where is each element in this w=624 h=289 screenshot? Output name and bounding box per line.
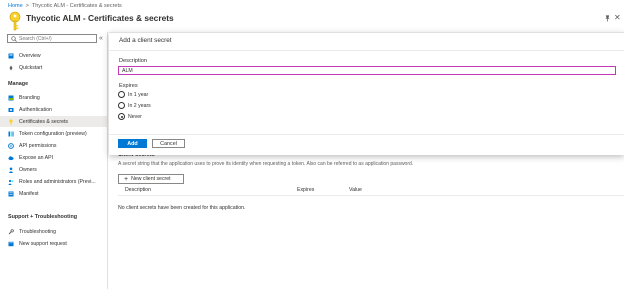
sidebar-item-label: Authentication <box>19 106 52 113</box>
page-title: Thycotic ALM - Certificates & secrets <box>26 13 174 23</box>
sidebar-item-label: API permissions <box>19 142 57 149</box>
radio-in-2-years[interactable]: In 2 years <box>118 102 151 109</box>
sidebar: « Overview Quickstart Manage Branding Au… <box>0 32 108 289</box>
description-input[interactable] <box>118 66 616 75</box>
key-icon <box>9 118 13 125</box>
sidebar-item-overview[interactable]: Overview <box>0 50 107 61</box>
expires-label: Expires <box>119 83 138 89</box>
radio-label: In 1 year <box>128 91 149 98</box>
collapse-sidebar-icon[interactable]: « <box>99 35 103 42</box>
radio-button[interactable] <box>118 102 125 109</box>
breadcrumb-home-link[interactable]: Home <box>8 3 23 9</box>
sidebar-item-label: Troubleshooting <box>19 228 57 235</box>
cancel-button[interactable]: Cancel <box>152 139 185 148</box>
sidebar-item-label: Overview <box>19 52 41 59</box>
title-bar: Thycotic ALM - Certificates & secrets ✕ <box>0 10 624 32</box>
breadcrumb: Home > Thycotic ALM - Certificates & sec… <box>8 2 122 10</box>
panel-divider <box>109 50 624 51</box>
sidebar-item-certificates-secrets[interactable]: Certificates & secrets <box>0 116 107 127</box>
add-button[interactable]: Add <box>118 139 147 148</box>
radio-label: Never <box>128 113 142 120</box>
search-icon <box>11 35 17 42</box>
description-label: Description <box>119 58 147 64</box>
radio-in-1-year[interactable]: In 1 year <box>118 91 148 98</box>
plus-icon: + <box>124 175 129 183</box>
sidebar-item-label: New support request <box>19 240 67 247</box>
wrench-icon <box>8 228 14 234</box>
roles-icon <box>8 179 14 185</box>
radio-never[interactable]: Never <box>118 113 142 120</box>
new-client-secret-label: New client secret <box>131 176 171 182</box>
key-icon <box>9 11 21 31</box>
sidebar-item-roles-administrators[interactable]: Roles and administrators (Previ... <box>0 176 107 187</box>
token-icon <box>8 131 14 136</box>
sidebar-search[interactable] <box>7 34 97 43</box>
sidebar-item-owners[interactable]: Owners <box>0 164 107 175</box>
new-client-secret-button[interactable]: + New client secret <box>118 174 184 184</box>
sidebar-item-branding[interactable]: Branding <box>0 92 107 103</box>
close-icon[interactable]: ✕ <box>614 14 621 22</box>
sidebar-item-quickstart[interactable]: Quickstart <box>0 62 107 73</box>
sidebar-item-manifest[interactable]: Manifest <box>0 188 107 199</box>
sidebar-item-label: Token configuration (preview) <box>19 130 87 137</box>
sidebar-item-label: Manifest <box>19 190 39 197</box>
support-icon <box>8 241 14 246</box>
overview-icon <box>8 53 14 58</box>
sidebar-item-new-support-request[interactable]: New support request <box>0 238 107 249</box>
table-divider <box>118 195 624 196</box>
sidebar-item-label: Roles and administrators (Previ... <box>19 178 96 185</box>
sidebar-item-token-configuration[interactable]: Token configuration (preview) <box>0 128 107 139</box>
add-client-secret-panel: Add a client secret Description Expires … <box>109 32 624 155</box>
authentication-icon <box>8 107 14 112</box>
radio-button[interactable] <box>118 91 125 98</box>
sidebar-item-label: Owners <box>19 166 37 173</box>
sidebar-item-expose-api[interactable]: Expose an API <box>0 152 107 163</box>
manifest-icon <box>8 191 14 196</box>
support-section-header: Support + Troubleshooting <box>8 214 78 220</box>
radio-button-selected[interactable] <box>118 113 125 120</box>
search-input[interactable] <box>19 35 89 42</box>
pin-icon[interactable] <box>604 14 611 22</box>
sidebar-item-label: Branding <box>19 94 40 101</box>
column-header-description: Description <box>125 187 151 193</box>
panel-title: Add a client secret <box>119 37 172 44</box>
sidebar-item-authentication[interactable]: Authentication <box>0 104 107 115</box>
empty-secrets-message: No client secrets have been created for … <box>118 205 246 211</box>
panel-footer-divider <box>109 134 624 135</box>
api-permissions-icon <box>8 142 14 149</box>
branding-icon <box>8 95 14 100</box>
sidebar-item-troubleshooting[interactable]: Troubleshooting <box>0 226 107 237</box>
owners-icon <box>8 167 14 173</box>
sidebar-item-label: Quickstart <box>19 64 43 71</box>
client-secrets-description: A secret string that the application use… <box>118 161 414 167</box>
column-header-expires: Expires <box>297 187 315 193</box>
sidebar-item-label: Certificates & secrets <box>19 118 69 125</box>
quickstart-icon <box>9 65 13 70</box>
radio-label: In 2 years <box>128 102 151 109</box>
column-header-value: Value <box>349 187 362 193</box>
cloud-icon <box>8 155 14 160</box>
breadcrumb-current: Thycotic ALM - Certificates & secrets <box>31 3 122 9</box>
breadcrumb-separator: > <box>25 3 29 9</box>
sidebar-item-label: Expose an API <box>19 154 54 161</box>
sidebar-item-api-permissions[interactable]: API permissions <box>0 140 107 151</box>
manage-section-header: Manage <box>8 81 29 87</box>
